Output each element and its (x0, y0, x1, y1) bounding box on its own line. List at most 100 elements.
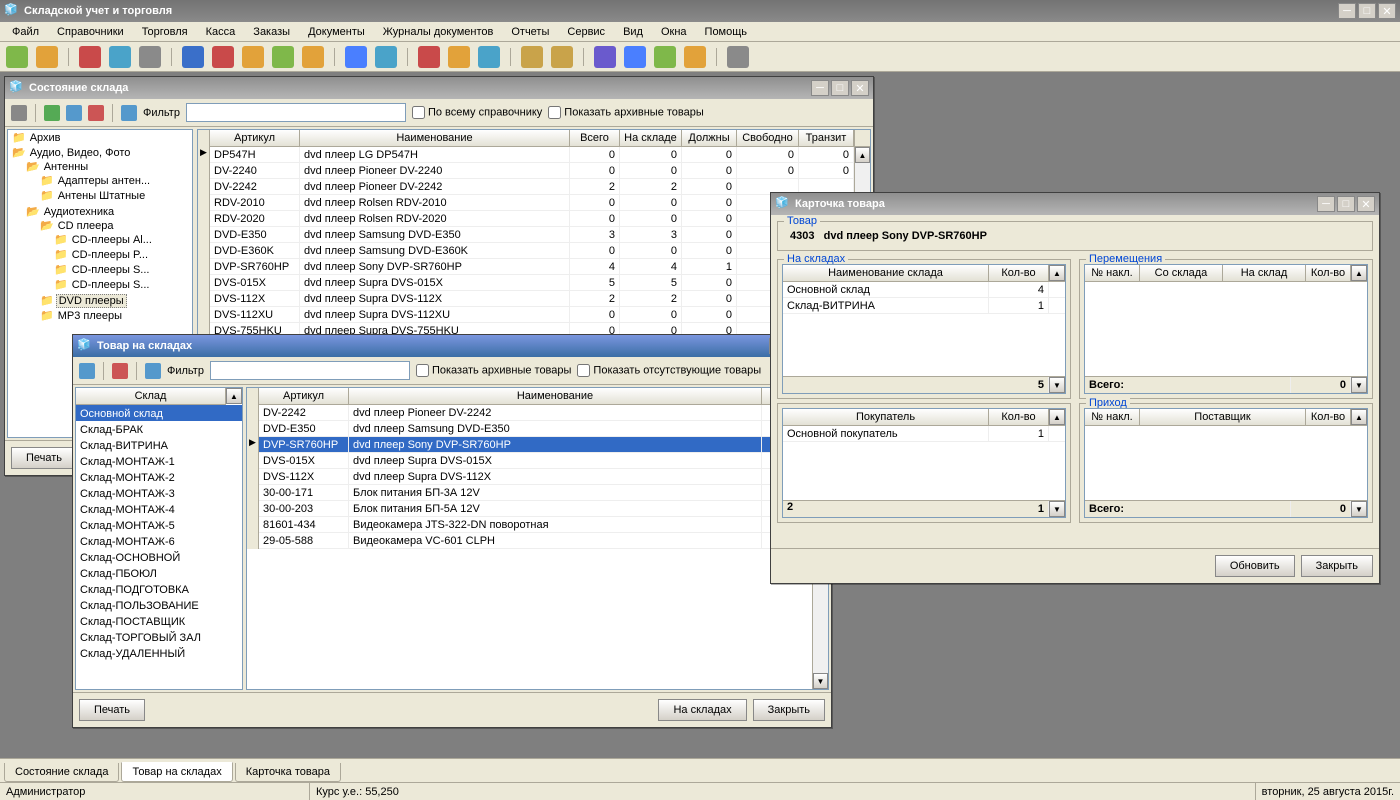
toolbar-icon-8[interactable] (272, 46, 294, 68)
warehouse-item[interactable]: Склад-МОНТАЖ-3 (76, 485, 242, 501)
stock-row[interactable]: RDV-2020dvd плеер Rolsen RDV-2020000 (198, 211, 854, 227)
warehouse-item[interactable]: Склад-МОНТАЖ-5 (76, 517, 242, 533)
goods-edit-icon[interactable] (79, 363, 95, 379)
menu-Журналы документов[interactable]: Журналы документов (375, 24, 502, 40)
goods-delete-icon[interactable] (112, 363, 128, 379)
menu-Торговля[interactable]: Торговля (134, 24, 196, 40)
stock-row[interactable]: DVS-112XUdvd плеер Supra DVS-112XU000 (198, 307, 854, 323)
stock-row[interactable]: DV-2242dvd плеер Pioneer DV-2242220 (198, 179, 854, 195)
goods-row[interactable]: 30-00-171Блок питания БП-3А 12V1 (247, 485, 812, 501)
card-close-button-footer[interactable]: Закрыть (1301, 555, 1373, 577)
warehouse-item[interactable]: Склад-ПБОЮЛ (76, 565, 242, 581)
toolbar-icon-4[interactable] (139, 46, 161, 68)
card-refresh-button[interactable]: Обновить (1215, 555, 1295, 577)
toolbar-icon-1[interactable] (36, 46, 58, 68)
stock-delete-icon[interactable] (88, 105, 104, 121)
stock-add-icon[interactable] (44, 105, 60, 121)
toolbar-icon-0[interactable] (6, 46, 28, 68)
goods-row[interactable]: DV-2242dvd плеер Pioneer DV-22422 (247, 405, 812, 421)
stock-row[interactable]: DVS-015Xdvd плеер Supra DVS-015X550 (198, 275, 854, 291)
stock-chk-all-label[interactable]: По всему справочнику (412, 106, 542, 119)
goods-titlebar[interactable]: 🧊 Товар на складах ─ □ ✕ (73, 335, 831, 357)
goods-chk-arch[interactable] (416, 364, 429, 377)
warehouse-item[interactable]: Основной склад (76, 405, 242, 421)
tree-node[interactable]: CD-плееры S... (54, 262, 192, 277)
tree-node[interactable]: АнтенныАдаптеры антен...Антены Штатные (26, 159, 192, 204)
stock-filter-input[interactable] (186, 103, 406, 122)
toolbar-icon-16[interactable] (551, 46, 573, 68)
stock-edit-icon[interactable] (66, 105, 82, 121)
stock-col-header[interactable]: Наименование (300, 130, 570, 146)
warehouse-item[interactable]: Склад-МОНТАЖ-6 (76, 533, 242, 549)
tree-node[interactable]: MP3 плееры (40, 308, 192, 323)
warehouse-item[interactable]: Склад-ПОДГОТОВКА (76, 581, 242, 597)
warehouse-item[interactable]: Склад-ОСНОВНОЙ (76, 549, 242, 565)
toolbar-icon-14[interactable] (478, 46, 500, 68)
stock-col-header[interactable]: Должны (682, 130, 737, 146)
card-moves-grid[interactable]: № накл.Со складаНа складКол-во▲ Всего:0▼ (1084, 264, 1368, 394)
stock-refresh-icon[interactable] (121, 105, 137, 121)
stock-row[interactable]: DVD-E350dvd плеер Samsung DVD-E350330 (198, 227, 854, 243)
stock-row[interactable]: DVP-SR760HPdvd плеер Sony DVP-SR760HP441 (198, 259, 854, 275)
toolbar-icon-5[interactable] (182, 46, 204, 68)
warehouse-item[interactable]: Склад-БРАК (76, 421, 242, 437)
stock-col-header[interactable]: Транзит (799, 130, 854, 146)
stock-row[interactable]: DVD-E360Kdvd плеер Samsung DVD-E360K000 (198, 243, 854, 259)
goods-onstock-button[interactable]: На складах (658, 699, 746, 721)
card-stock-row[interactable]: Склад-ВИТРИНА1 (783, 298, 1065, 314)
toolbar-icon-7[interactable] (242, 46, 264, 68)
tree-node[interactable]: Аудио, Видео, ФотоАнтенныАдаптеры антен.… (12, 145, 192, 325)
menu-Отчеты[interactable]: Отчеты (503, 24, 557, 40)
toolbar-icon-2[interactable] (79, 46, 101, 68)
toolbar-icon-18[interactable] (624, 46, 646, 68)
card-close-button[interactable]: ✕ (1357, 196, 1375, 212)
stock-col-header[interactable]: Артикул (210, 130, 300, 146)
toolbar-icon-10[interactable] (345, 46, 367, 68)
goods-row[interactable]: 30-00-203Блок питания БП-5А 12V1 (247, 501, 812, 517)
stock-row[interactable]: DV-2240dvd плеер Pioneer DV-224000000 (198, 163, 854, 179)
stock-tool-icon[interactable] (11, 105, 27, 121)
scroll-down-icon[interactable]: ▼ (1049, 501, 1065, 517)
menu-Документы[interactable]: Документы (300, 24, 373, 40)
stock-print-button[interactable]: Печать (11, 447, 77, 469)
menu-Файл[interactable]: Файл (4, 24, 47, 40)
mdi-tab[interactable]: Карточка товара (235, 763, 341, 782)
maximize-button[interactable]: □ (1358, 3, 1376, 19)
warehouse-list-header[interactable]: Склад (76, 388, 226, 404)
warehouse-item[interactable]: Склад-МОНТАЖ-2 (76, 469, 242, 485)
wh-scroll-up-icon[interactable]: ▲ (226, 388, 242, 404)
menu-Сервис[interactable]: Сервис (559, 24, 613, 40)
tree-node[interactable]: CD-плееры P... (54, 247, 192, 262)
toolbar-icon-12[interactable] (418, 46, 440, 68)
goods-refresh-icon[interactable] (145, 363, 161, 379)
toolbar-icon-13[interactable] (448, 46, 470, 68)
stock-chk-arch[interactable] (548, 106, 561, 119)
toolbar-icon-3[interactable] (109, 46, 131, 68)
toolbar-icon-9[interactable] (302, 46, 324, 68)
card-minimize-button[interactable]: ─ (1317, 196, 1335, 212)
stock-row[interactable]: DVS-112Xdvd плеер Supra DVS-112X220 (198, 291, 854, 307)
tree-node[interactable]: АудиотехникаCD плеераCD-плееры Al...CD-п… (26, 204, 192, 324)
close-button[interactable]: ✕ (1378, 3, 1396, 19)
menu-Помощь[interactable]: Помощь (697, 24, 756, 40)
warehouse-item[interactable]: Склад-МОНТАЖ-1 (76, 453, 242, 469)
stock-chk-all[interactable] (412, 106, 425, 119)
warehouse-item[interactable]: Склад-ВИТРИНА (76, 437, 242, 453)
stock-row[interactable]: RDV-2010dvd плеер Rolsen RDV-2010000 (198, 195, 854, 211)
toolbar-icon-19[interactable] (654, 46, 676, 68)
toolbar-icon-6[interactable] (212, 46, 234, 68)
menu-Справочники[interactable]: Справочники (49, 24, 132, 40)
menu-Вид[interactable]: Вид (615, 24, 651, 40)
goods-row[interactable]: DVS-112Xdvd плеер Supra DVS-112X2 (247, 469, 812, 485)
stock-col-header[interactable]: На складе (620, 130, 682, 146)
card-in-grid[interactable]: № накл.ПоставщикКол-во▲ Всего:0▼ (1084, 408, 1368, 518)
card-stock-grid[interactable]: Наименование складаКол-во▲ Основной скла… (782, 264, 1066, 394)
tree-node[interactable]: DVD плееры (40, 293, 192, 308)
card-stock-row[interactable]: Основной склад4 (783, 282, 1065, 298)
scroll-down-icon[interactable]: ▼ (1351, 377, 1367, 393)
goods-print-button[interactable]: Печать (79, 699, 145, 721)
goods-chk-arch-label[interactable]: Показать архивные товары (416, 364, 571, 377)
stock-col-header[interactable]: Свободно (737, 130, 799, 146)
stock-close-button[interactable]: ✕ (851, 80, 869, 96)
warehouse-item[interactable]: Склад-ТОРГОВЫЙ ЗАЛ (76, 629, 242, 645)
